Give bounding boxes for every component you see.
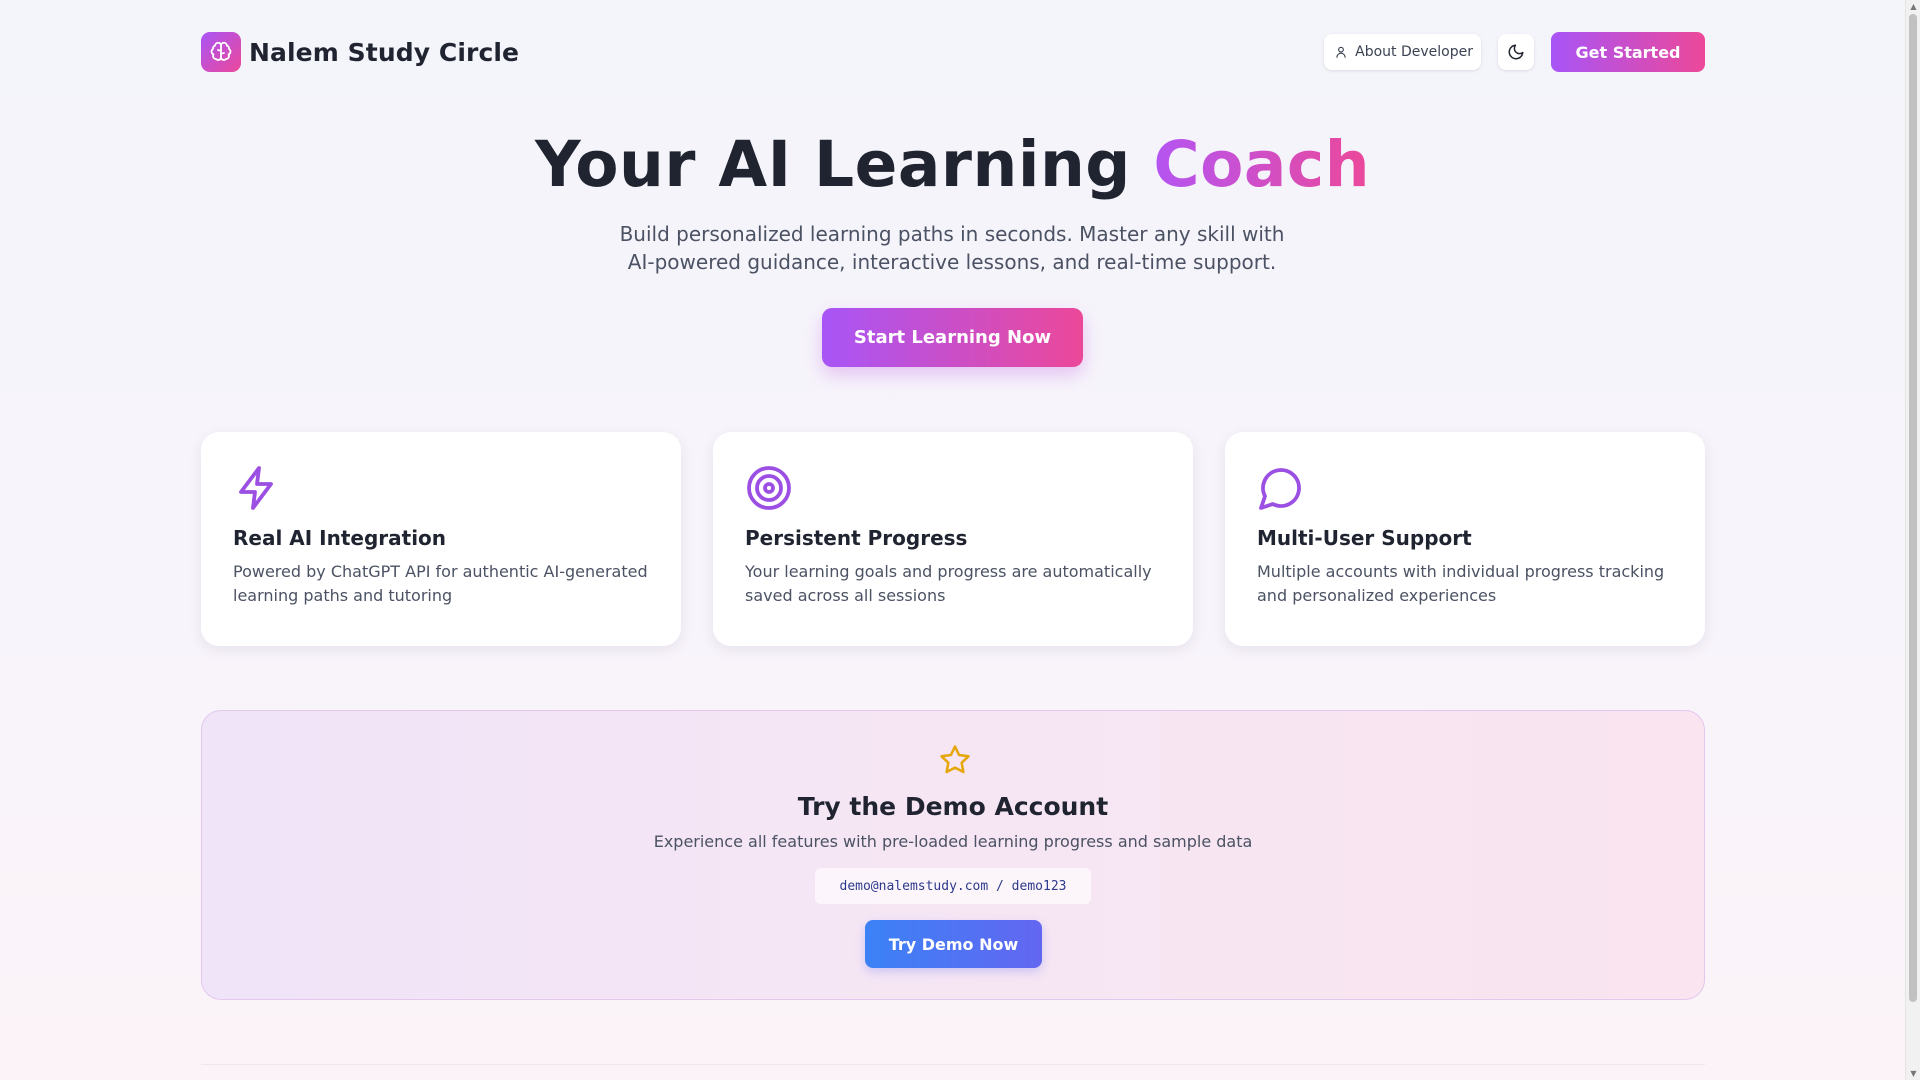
get-started-button[interactable]: Get Started <box>1551 32 1705 72</box>
landing-page: Nalem Study Circle About Developer Get S… <box>0 0 1905 1080</box>
page-scrollbar[interactable]: ▲ ▼ <box>1905 0 1920 1080</box>
feature-card-ai: Real AI Integration Powered by ChatGPT A… <box>201 432 681 646</box>
hero-subtitle-line-1: Build personalized learning paths in sec… <box>619 222 1285 246</box>
start-learning-button[interactable]: Start Learning Now <box>822 308 1083 367</box>
chat-bubble-icon <box>1257 464 1305 512</box>
demo-account-panel: Try the Demo Account Experience all feat… <box>201 710 1705 1000</box>
feature-title: Persistent Progress <box>745 526 968 550</box>
demo-credentials: demo@nalemstudy.com / demo123 <box>815 868 1091 904</box>
scroll-down-arrow-icon[interactable]: ▼ <box>1909 1069 1918 1078</box>
top-nav: Nalem Study Circle About Developer Get S… <box>201 32 1705 72</box>
footer-divider <box>201 1064 1705 1065</box>
brand[interactable]: Nalem Study Circle <box>201 32 519 72</box>
header-actions: About Developer Get Started <box>1324 32 1705 72</box>
hero-title: Your AI Learning Coach <box>0 128 1905 201</box>
brand-name: Nalem Study Circle <box>249 37 520 67</box>
brain-icon <box>201 32 241 72</box>
hero-subtitle-line-2: AI-powered guidance, interactive lessons… <box>627 250 1277 274</box>
target-icon <box>745 464 793 512</box>
hero-subtitle: Build personalized learning paths in sec… <box>602 220 1302 276</box>
moon-icon <box>1508 44 1524 60</box>
scroll-up-arrow-icon[interactable]: ▲ <box>1909 2 1918 11</box>
feature-title: Multi-User Support <box>1257 526 1472 550</box>
about-developer-label: About Developer <box>1355 44 1473 60</box>
demo-title: Try the Demo Account <box>797 792 1109 821</box>
about-developer-button[interactable]: About Developer <box>1324 34 1481 70</box>
demo-subtitle: Experience all features with pre-loaded … <box>653 832 1253 851</box>
hero-title-main: Your AI Learning <box>534 128 1154 201</box>
hero-title-accent: Coach <box>1153 128 1371 201</box>
feature-description: Multiple accounts with individual progre… <box>1257 562 1665 605</box>
star-icon <box>938 743 972 777</box>
user-icon <box>1336 46 1346 58</box>
lightning-icon <box>233 464 281 512</box>
scrollbar-thumb[interactable] <box>1909 14 1917 1002</box>
theme-toggle-button[interactable] <box>1498 34 1534 70</box>
feature-description: Your learning goals and progress are aut… <box>745 562 1152 605</box>
feature-title: Real AI Integration <box>233 526 447 550</box>
try-demo-button[interactable]: Try Demo Now <box>865 920 1042 968</box>
feature-card-progress: Persistent Progress Your learning goals … <box>713 432 1193 646</box>
feature-description: Powered by ChatGPT API for authentic AI-… <box>233 562 648 605</box>
feature-card-multi-user: Multi-User Support Multiple accounts wit… <box>1225 432 1705 646</box>
